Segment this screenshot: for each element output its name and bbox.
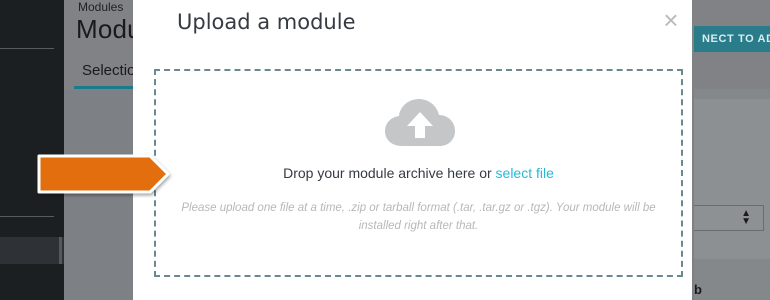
background-text-fragment: b	[694, 282, 702, 297]
drop-instruction: Drop your module archive here or select …	[156, 165, 681, 181]
panel-card	[694, 99, 770, 259]
cloud-upload-icon	[385, 99, 455, 146]
sidebar-active-indicator	[59, 237, 62, 264]
sidebar	[0, 0, 64, 300]
upload-hint: Please upload one file at a time, .zip o…	[181, 202, 656, 232]
close-icon[interactable]: ×	[660, 7, 682, 33]
right-panel	[694, 89, 770, 300]
page-title: Modu	[76, 14, 142, 44]
upload-module-modal: Upload a module × Drop your module archi…	[133, 0, 692, 300]
modal-title: Upload a module	[177, 10, 356, 34]
orange-arrow-icon	[37, 154, 170, 194]
select-file-link[interactable]: select file	[496, 165, 554, 181]
active-tab-underline	[74, 86, 134, 89]
tab-selection[interactable]: Selectio	[82, 62, 135, 79]
dropzone[interactable]: Drop your module archive here or select …	[154, 69, 683, 277]
breadcrumb[interactable]: Modules	[78, 0, 123, 14]
sidebar-divider	[0, 48, 54, 49]
connect-to-addons-button[interactable]: NECT TO AD	[694, 26, 770, 52]
drop-instruction-text: Drop your module archive here or	[283, 165, 496, 181]
select-arrows-icon: ▲ ▼	[741, 208, 751, 227]
filter-select[interactable]: ▲ ▼	[694, 205, 764, 231]
sidebar-divider	[0, 216, 54, 217]
sidebar-active-item[interactable]	[0, 237, 64, 264]
